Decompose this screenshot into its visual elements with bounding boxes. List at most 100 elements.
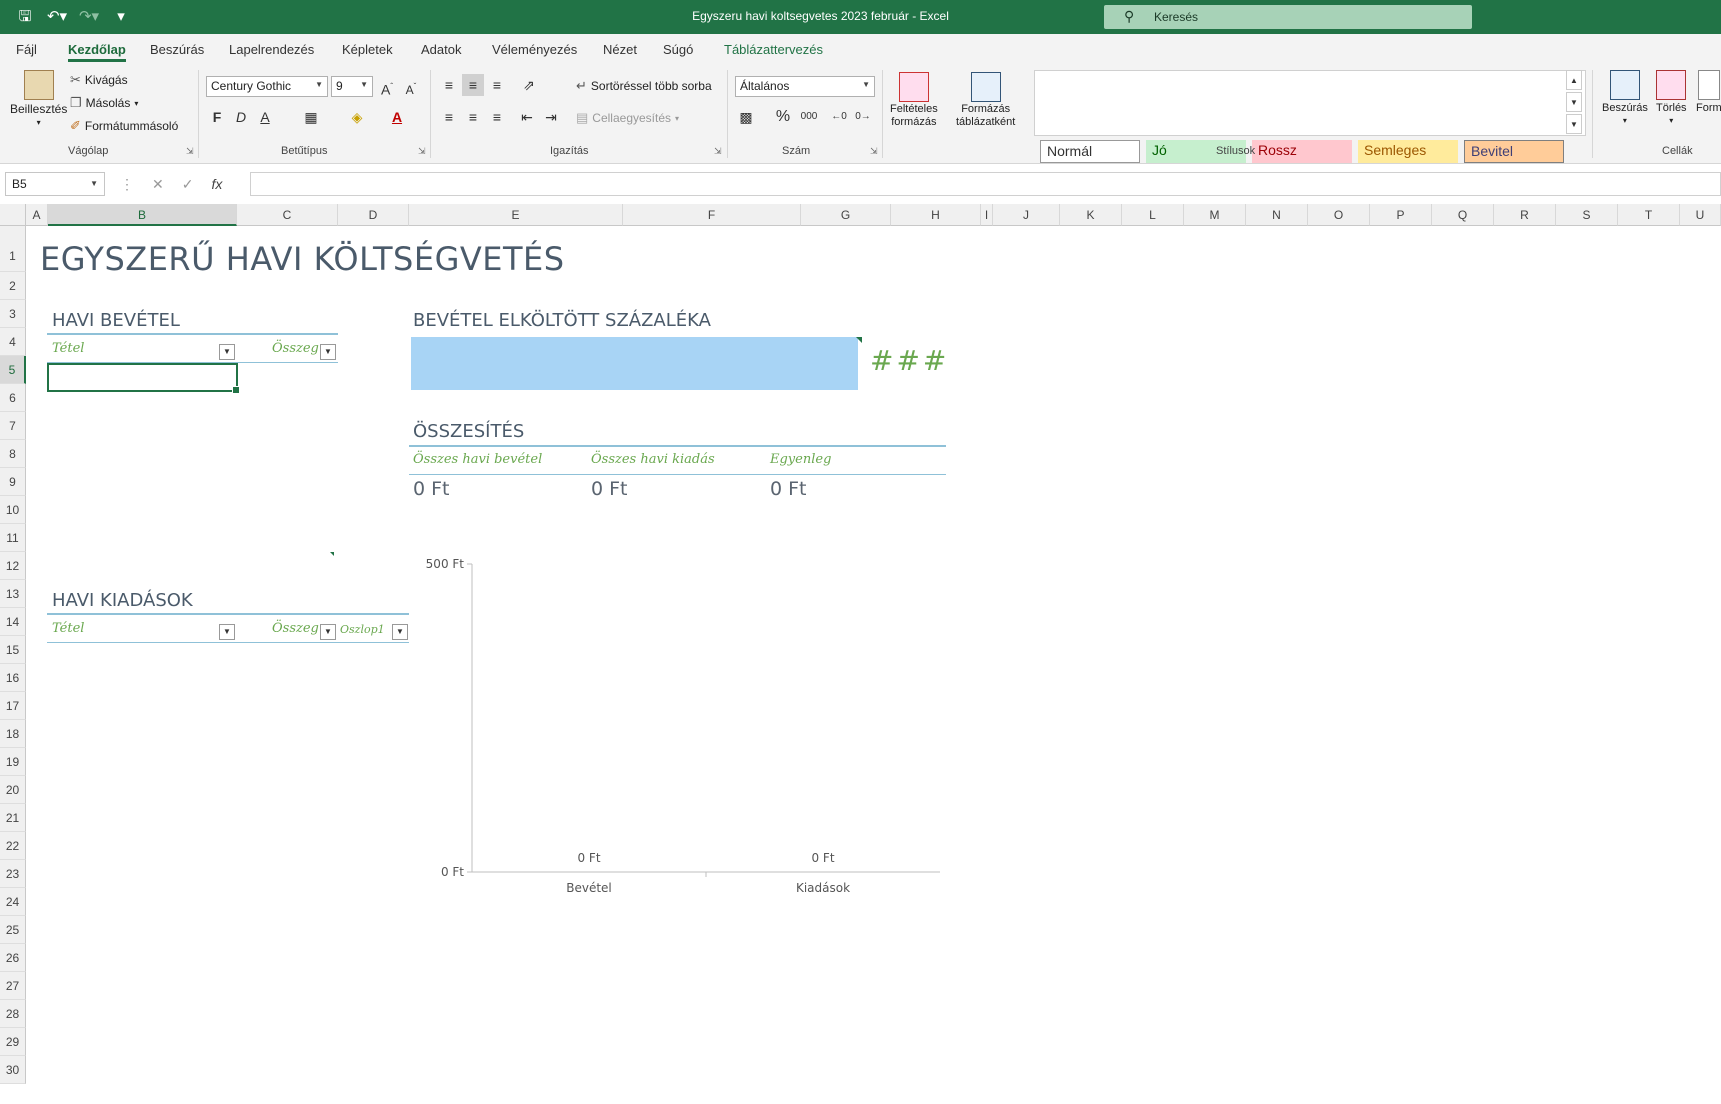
number-format-select[interactable]: Általános ▼ [735,76,875,97]
percent-button[interactable]: % [772,106,794,128]
gallery-down-icon[interactable]: ▼ [1566,92,1582,112]
row-header-26[interactable]: 26 [0,944,26,972]
dialog-launcher-icon[interactable]: ⇲ [870,146,878,157]
dialog-launcher-icon[interactable]: ⇲ [714,146,722,157]
row-header-23[interactable]: 23 [0,860,26,888]
row-header-9[interactable]: 9 [0,468,26,496]
tab-page-layout[interactable]: Lapelrendezés [229,42,314,57]
column-header-l[interactable]: L [1122,204,1184,226]
dialog-launcher-icon[interactable]: ⇲ [186,146,194,157]
row-header-21[interactable]: 21 [0,804,26,832]
column-header-f[interactable]: F [623,204,801,226]
row-header-13[interactable]: 13 [0,580,26,608]
name-box[interactable]: B5 ▼ [5,172,105,196]
tab-view[interactable]: Nézet [603,42,637,57]
cell-style-1[interactable]: Normál [1040,140,1140,163]
row-header-8[interactable]: 8 [0,440,26,468]
column-header-p[interactable]: P [1370,204,1432,226]
formula-input[interactable] [250,172,1721,196]
tab-table-design[interactable]: Táblázattervezés [724,42,823,57]
font-size-select[interactable]: 9 ▼ [331,76,373,97]
tab-review[interactable]: Véleményezés [492,42,577,57]
row-header-4[interactable]: 4 [0,328,26,356]
row-header-16[interactable]: 16 [0,664,26,692]
row-header-14[interactable]: 14 [0,608,26,636]
column-header-i[interactable]: I [981,204,993,226]
tab-data[interactable]: Adatok [421,42,461,57]
cut-button[interactable]: ✂ Kivágás [70,72,128,88]
row-header-10[interactable]: 10 [0,496,26,524]
bold-button[interactable]: F [206,106,228,128]
column-header-m[interactable]: M [1184,204,1246,226]
borders-icon[interactable]: ▦ [300,106,322,128]
column-header-r[interactable]: R [1494,204,1556,226]
tab-help[interactable]: Súgó [663,42,693,57]
column-header-a[interactable]: A [26,204,48,226]
increase-decimal-icon[interactable]: ←0 [828,106,850,128]
column-header-e[interactable]: E [409,204,623,226]
row-header-11[interactable]: 11 [0,524,26,552]
active-cell-b5[interactable] [47,363,240,394]
filter-dropdown-icon[interactable]: ▼ [320,344,336,360]
column-header-g[interactable]: G [801,204,891,226]
increase-font-icon[interactable]: Aˆ [376,76,398,98]
align-top-icon[interactable]: ≡ [438,74,460,96]
align-middle-icon[interactable]: ≡ [462,74,484,96]
thousands-separator-button[interactable]: 000 [798,106,820,128]
income-expense-chart[interactable]: 500 Ft 0 Ft 0 Ft Bevétel 0 Ft Kiadások [400,550,960,900]
tab-file[interactable]: Fájl [16,42,37,57]
gallery-up-icon[interactable]: ▲ [1566,70,1582,90]
row-header-25[interactable]: 25 [0,916,26,944]
row-header-15[interactable]: 15 [0,636,26,664]
column-header-h[interactable]: H [891,204,981,226]
row-header-2[interactable]: 2 [0,272,26,300]
decrease-indent-icon[interactable]: ⇤ [516,106,538,128]
row-header-17[interactable]: 17 [0,692,26,720]
column-header-d[interactable]: D [338,204,409,226]
tab-formulas[interactable]: Képletek [342,42,393,57]
insert-cells-button[interactable]: Beszúrás ▾ [1602,70,1648,125]
format-cells-button[interactable]: Form [1696,70,1721,114]
row-header-19[interactable]: 19 [0,748,26,776]
row-header-18[interactable]: 18 [0,720,26,748]
row-header-6[interactable]: 6 [0,384,26,412]
align-bottom-icon[interactable]: ≡ [486,74,508,96]
format-as-table-button[interactable]: Formázás táblázatként [956,72,1015,128]
increase-indent-icon[interactable]: ⇥ [540,106,562,128]
cancel-icon[interactable]: ✕ [152,176,164,193]
filter-dropdown-icon[interactable]: ▼ [219,624,235,640]
insert-function-icon[interactable]: fx [211,176,222,193]
align-left-icon[interactable]: ≡ [438,106,460,128]
column-header-n[interactable]: N [1246,204,1308,226]
dialog-launcher-icon[interactable]: ⇲ [418,146,426,157]
font-color-icon[interactable]: A [386,106,408,128]
filter-dropdown-icon[interactable]: ▼ [219,344,235,360]
row-header-28[interactable]: 28 [0,1000,26,1028]
italic-button[interactable]: D [230,106,252,128]
decrease-font-icon[interactable]: Aˇ [400,76,422,98]
font-name-select[interactable]: Century Gothic ▼ [206,76,328,97]
delete-cells-button[interactable]: Törlés ▾ [1656,70,1687,125]
wrap-text-button[interactable]: ↵ Sortöréssel több sorba [576,78,712,94]
decrease-decimal-icon[interactable]: 0→ [852,106,874,128]
align-center-icon[interactable]: ≡ [462,106,484,128]
format-painter-button[interactable]: ✐ Formátummásoló [70,118,178,134]
column-header-u[interactable]: U [1680,204,1721,226]
row-header-5[interactable]: 5 [0,356,26,384]
copy-button[interactable]: ❐ Másolás ▾ [70,95,138,111]
orientation-icon[interactable]: ⇗ [518,74,540,96]
filter-dropdown-icon[interactable]: ▼ [320,624,336,640]
fill-color-icon[interactable]: ◈ [346,106,368,128]
column-header-t[interactable]: T [1618,204,1680,226]
select-all-corner[interactable] [0,204,26,226]
column-header-j[interactable]: J [993,204,1060,226]
row-header-30[interactable]: 30 [0,1056,26,1084]
search-box[interactable]: ⚲ Keresés [1104,5,1472,29]
tab-home[interactable]: Kezdőlap [68,42,126,62]
row-header-1[interactable]: 1 [0,226,26,272]
column-header-s[interactable]: S [1556,204,1618,226]
row-header-3[interactable]: 3 [0,300,26,328]
row-header-22[interactable]: 22 [0,832,26,860]
column-header-q[interactable]: Q [1432,204,1494,226]
column-header-k[interactable]: K [1060,204,1122,226]
